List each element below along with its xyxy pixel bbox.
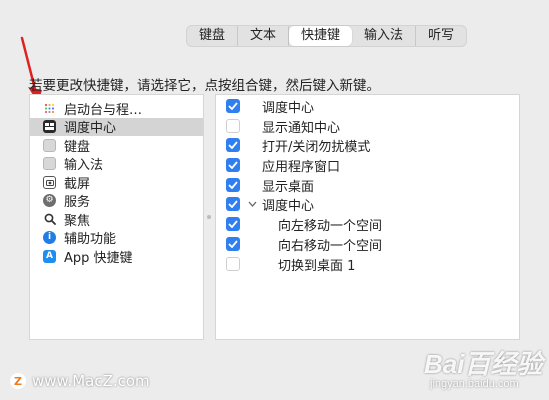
shortcut-checkbox[interactable] xyxy=(226,178,240,192)
category-spotlight[interactable]: 聚焦 xyxy=(30,210,203,229)
tab-dictation[interactable]: 听写 xyxy=(416,26,466,46)
split-view-handle[interactable] xyxy=(207,215,211,219)
tab-shortcuts[interactable]: 快捷键 xyxy=(289,26,353,46)
category-launchpad[interactable]: 启动台与程… xyxy=(30,99,203,118)
category-label: 启动台与程… xyxy=(64,102,143,118)
shortcut-checkbox[interactable] xyxy=(226,99,240,113)
category-accessibility[interactable]: i 辅助功能 xyxy=(30,229,203,248)
shortcut-categories-list: 启动台与程… 调度中心 键盘 输入法 截屏 ⚙ 服务 聚焦 i 辅助功能 A A… xyxy=(29,94,204,340)
screenshot-icon xyxy=(43,175,56,189)
category-input-sources[interactable]: 输入法 xyxy=(30,155,203,174)
category-label: 聚焦 xyxy=(64,213,91,229)
shortcut-label: 显示桌面 xyxy=(262,179,315,195)
category-label: App 快捷键 xyxy=(64,250,133,266)
shortcut-row[interactable]: 调度中心 xyxy=(216,97,519,116)
mission-control-icon xyxy=(43,120,56,134)
shortcut-checkbox[interactable] xyxy=(226,119,240,133)
shortcut-label: 打开/关闭勿扰模式 xyxy=(262,139,371,155)
input-method-icon xyxy=(43,157,56,171)
tab-input-sources[interactable]: 输入法 xyxy=(352,26,417,46)
shortcut-row[interactable]: 向右移动一个空间 xyxy=(216,235,519,254)
shortcut-row[interactable]: 应用程序窗口 xyxy=(216,156,519,175)
shortcut-row[interactable]: 向左移动一个空间 xyxy=(216,215,519,234)
shortcut-label: 向左移动一个空间 xyxy=(278,218,383,234)
macz-logo-icon: Z xyxy=(10,373,26,389)
shortcut-row[interactable]: 显示通知中心 xyxy=(216,117,519,136)
shortcut-group-row[interactable]: 调度中心 xyxy=(216,195,519,214)
category-services[interactable]: ⚙ 服务 xyxy=(30,192,203,211)
category-label: 键盘 xyxy=(64,139,91,155)
shortcut-label: 应用程序窗口 xyxy=(262,159,341,175)
shortcut-checkbox[interactable] xyxy=(226,217,240,231)
tab-text[interactable]: 文本 xyxy=(238,26,290,46)
category-app-shortcuts[interactable]: A App 快捷键 xyxy=(30,247,203,266)
baidu-watermark-main: Bai百经验 xyxy=(424,349,543,379)
app-store-icon: A xyxy=(43,249,56,263)
shortcut-checkbox[interactable] xyxy=(226,237,240,251)
tab-bar: 键盘 文本 快捷键 输入法 听写 xyxy=(186,25,468,47)
accessibility-icon: i xyxy=(43,231,56,245)
shortcut-checkbox[interactable] xyxy=(226,158,240,172)
category-keyboard[interactable]: 键盘 xyxy=(30,136,203,155)
baidu-jingyan-watermark: Bai百经验 jingyan.baidu.com xyxy=(424,350,542,390)
shortcut-row[interactable]: 切换到桌面 1 xyxy=(216,255,519,274)
shortcut-label: 调度中心 xyxy=(262,198,315,214)
macz-watermark: Z www.MacZ.com xyxy=(10,372,150,390)
instruction-text: 若要更改快捷键，请选择它，点按组合键，然后键入新键。 xyxy=(29,78,380,94)
baidu-watermark-url: jingyan.baidu.com xyxy=(430,378,519,390)
category-label: 输入法 xyxy=(64,158,104,174)
shortcut-checkbox[interactable] xyxy=(226,197,240,211)
category-label: 调度中心 xyxy=(64,121,117,137)
category-screenshots[interactable]: 截屏 xyxy=(30,173,203,192)
shortcut-label: 显示通知中心 xyxy=(262,120,341,136)
category-label: 服务 xyxy=(64,195,91,211)
spotlight-icon xyxy=(43,213,56,226)
category-mission-control[interactable]: 调度中心 xyxy=(30,117,203,137)
shortcut-checkbox[interactable] xyxy=(226,138,240,152)
shortcuts-list: 调度中心 显示通知中心 打开/关闭勿扰模式 应用程序窗口 显示桌面 调度中心 向… xyxy=(215,94,520,340)
chevron-down-icon[interactable] xyxy=(248,199,257,210)
shortcut-row[interactable]: 显示桌面 xyxy=(216,176,519,195)
launchpad-icon xyxy=(43,102,56,115)
category-label: 截屏 xyxy=(64,176,91,192)
shortcut-row[interactable]: 打开/关闭勿扰模式 xyxy=(216,136,519,155)
watermark-text: www.MacZ.com xyxy=(32,372,150,390)
shortcut-label: 切换到桌面 1 xyxy=(278,258,356,274)
services-gear-icon: ⚙ xyxy=(43,194,56,208)
keyboard-icon xyxy=(43,138,56,152)
shortcut-label: 向右移动一个空间 xyxy=(278,238,383,254)
category-label: 辅助功能 xyxy=(64,232,117,248)
shortcut-label: 调度中心 xyxy=(262,100,315,116)
shortcut-checkbox[interactable] xyxy=(226,257,240,271)
tab-keyboard[interactable]: 键盘 xyxy=(187,26,239,46)
